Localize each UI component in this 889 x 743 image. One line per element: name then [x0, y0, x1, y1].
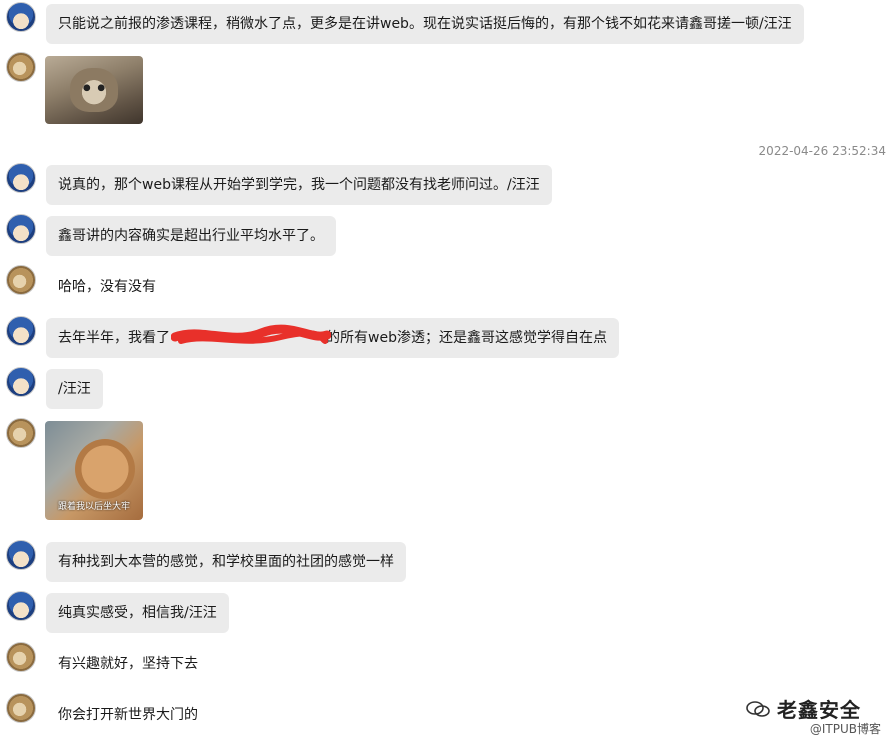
message-bubble: 有种找到大本营的感觉，和学校里面的社团的感觉一样 — [46, 542, 406, 582]
wechat-icon — [746, 700, 770, 717]
watermark-brand: 老鑫安全 — [777, 698, 861, 722]
message-bubble: 说真的，那个web课程从开始学到学完，我一个问题都没有找老师问过。/汪汪 — [46, 165, 552, 205]
message-bubble: 只能说之前报的渗透课程，稍微水了点，更多是在讲web。现在说实话挺后悔的，有那个… — [46, 4, 804, 44]
message-bubble: 去年半年，我看了 的所有web渗透；还是鑫哥这感觉学得自在点 — [46, 318, 619, 358]
avatar[interactable] — [6, 2, 36, 32]
message-bubble: 鑫哥讲的内容确实是超出行业平均水平了。 — [46, 216, 336, 256]
watermark: 老鑫安全 — [745, 694, 861, 723]
watermark-source: @ITPUB博客 — [809, 722, 881, 736]
chat-window: 只能说之前报的渗透课程，稍微水了点，更多是在讲web。现在说实话挺后悔的，有那个… — [0, 0, 889, 743]
message-text: 哈哈，没有没有 — [58, 279, 156, 295]
avatar[interactable] — [6, 367, 36, 397]
avatar[interactable] — [6, 163, 36, 193]
avatar[interactable] — [6, 52, 36, 82]
message-bubble: 纯真实感受，相信我/汪汪 — [46, 593, 229, 633]
message-text: 有兴趣就好，坚持下去 — [58, 656, 198, 672]
message-text: 你会打开新世界大门的 — [58, 707, 198, 723]
avatar[interactable] — [6, 265, 36, 295]
avatar[interactable] — [6, 418, 36, 448]
avatar[interactable] — [6, 316, 36, 346]
sticker-caption: 跟着我以后坐大牢 — [57, 502, 130, 512]
message-bubble: /汪汪 — [46, 369, 103, 409]
cat-figure — [75, 439, 135, 499]
cat-face — [70, 68, 118, 112]
avatar[interactable] — [6, 693, 36, 723]
timestamp: 2022-04-26 23:52:34 — [758, 144, 886, 158]
message-text-before: 去年半年，我看了 — [58, 330, 170, 346]
avatar[interactable] — [6, 214, 36, 244]
avatar[interactable] — [6, 642, 36, 672]
avatar[interactable] — [6, 540, 36, 570]
avatar[interactable] — [6, 591, 36, 621]
sticker-image[interactable]: 跟着我以后坐大牢 — [45, 421, 143, 520]
redaction-scribble — [171, 324, 331, 344]
sticker-image[interactable] — [45, 56, 143, 124]
message-text-after: 的所有web渗透；还是鑫哥这感觉学得自在点 — [326, 330, 607, 346]
